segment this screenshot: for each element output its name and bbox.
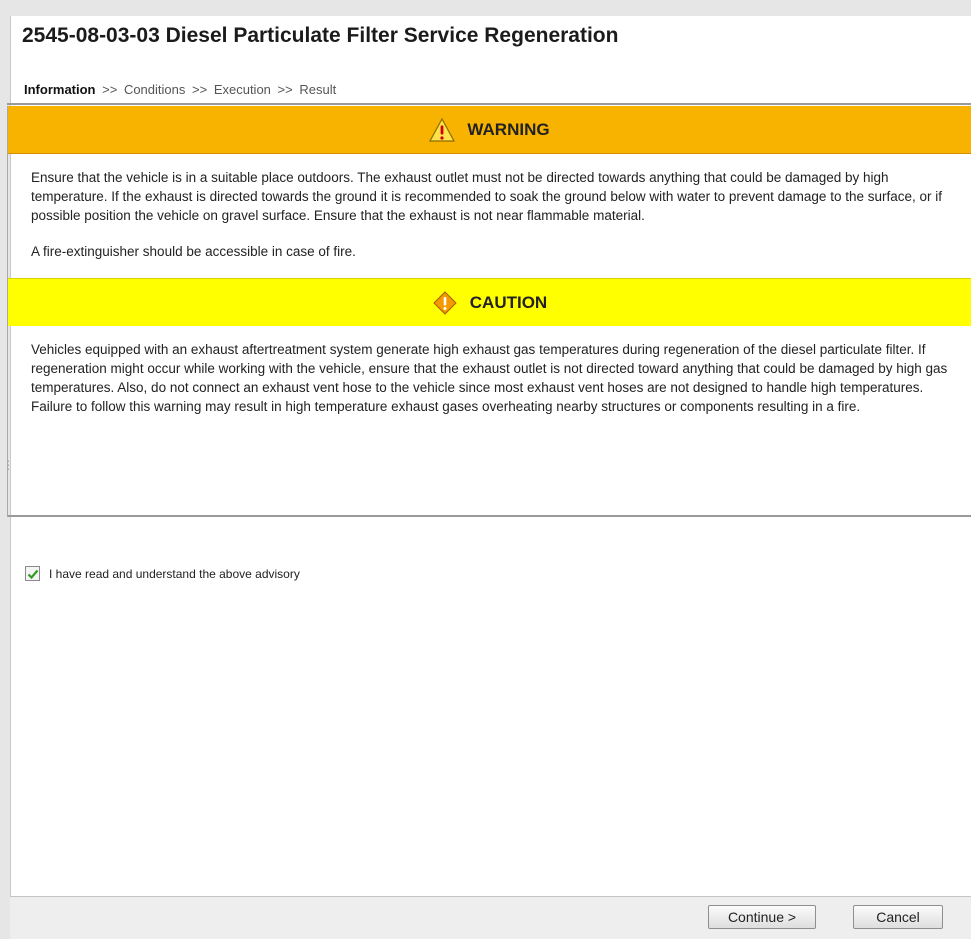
warning-triangle-icon	[429, 117, 456, 143]
step-separator: >>	[277, 82, 293, 97]
warning-paragraph: Ensure that the vehicle is in a suitable…	[31, 170, 942, 223]
step-breadcrumb: Information >> Conditions >> Execution >…	[24, 82, 336, 97]
resize-grip-icon[interactable]: ⋮	[2, 445, 14, 485]
step-execution: Execution	[213, 82, 271, 97]
step-result: Result	[299, 82, 337, 97]
warning-heading: WARNING	[467, 119, 550, 139]
warning-banner: WARNING	[8, 106, 971, 154]
header-divider	[7, 103, 971, 105]
advisory-panel: WARNING Ensure that the vehicle is in a …	[7, 106, 971, 517]
acknowledge-checkbox[interactable]	[25, 566, 40, 581]
step-conditions: Conditions	[123, 82, 186, 97]
step-separator: >>	[102, 82, 118, 97]
dialog-footer: Continue > Cancel	[10, 896, 971, 939]
continue-button[interactable]: Continue >	[708, 905, 816, 929]
caution-paragraph: Vehicles equipped with an exhaust aftert…	[31, 342, 948, 414]
caution-text: Vehicles equipped with an exhaust aftert…	[8, 326, 971, 416]
cancel-button[interactable]: Cancel	[853, 905, 943, 929]
caution-diamond-icon	[432, 290, 458, 316]
acknowledge-label: I have read and understand the above adv…	[49, 566, 300, 581]
step-information: Information	[24, 82, 96, 97]
warning-paragraph: A fire-extinguisher should be accessible…	[31, 244, 356, 259]
caution-banner: CAUTION	[8, 278, 971, 326]
checkmark-icon	[27, 569, 38, 579]
warning-text: Ensure that the vehicle is in a suitable…	[8, 154, 971, 261]
acknowledge-row[interactable]: I have read and understand the above adv…	[25, 566, 300, 581]
page-title: 2545-08-03-03 Diesel Particulate Filter …	[22, 24, 619, 47]
step-separator: >>	[192, 82, 208, 97]
caution-heading: CAUTION	[469, 292, 548, 312]
